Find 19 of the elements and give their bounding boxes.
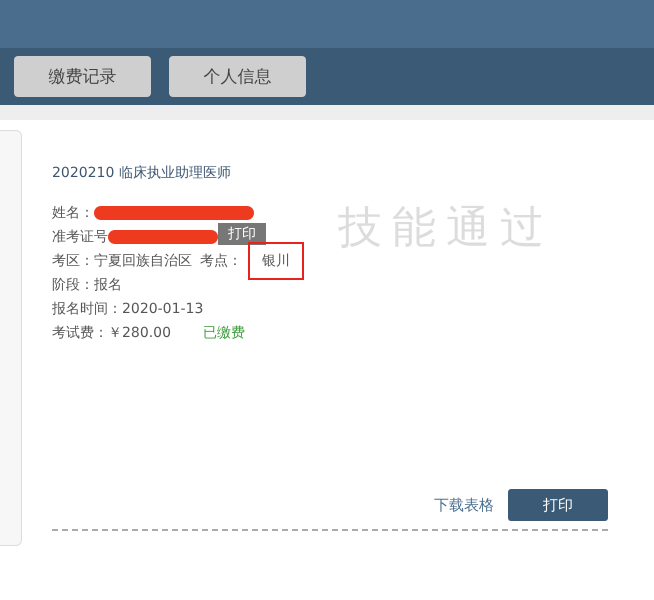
fee-value: ￥280.00 [108,324,171,342]
download-link[interactable]: 下载表格 [434,496,494,514]
payment-status: 已缴费 [203,324,245,342]
field-label: 考点： [200,252,242,270]
field-label: 姓名： [52,204,94,222]
field-value: 宁夏回族自治区 [94,252,192,270]
field-value: 2020-01-13 [122,301,204,317]
field-label: 报名时间： [52,300,122,318]
field-value: 银川 [250,244,302,278]
print-button[interactable]: 打印 [508,489,608,521]
nav-button[interactable]: 个人信息 [169,56,306,97]
nav-button[interactable]: 缴费记录 [14,56,151,97]
field-label: 考试费： [52,324,108,342]
field-value: 报名 [94,276,122,294]
field-label: 准考证号 [52,228,108,246]
print-button[interactable]: 打印 [218,223,266,245]
field-label: 阶段： [52,276,94,294]
exam-title: 2020210 临床执业助理医师 [52,164,232,182]
field-label: 考区： [52,252,94,270]
